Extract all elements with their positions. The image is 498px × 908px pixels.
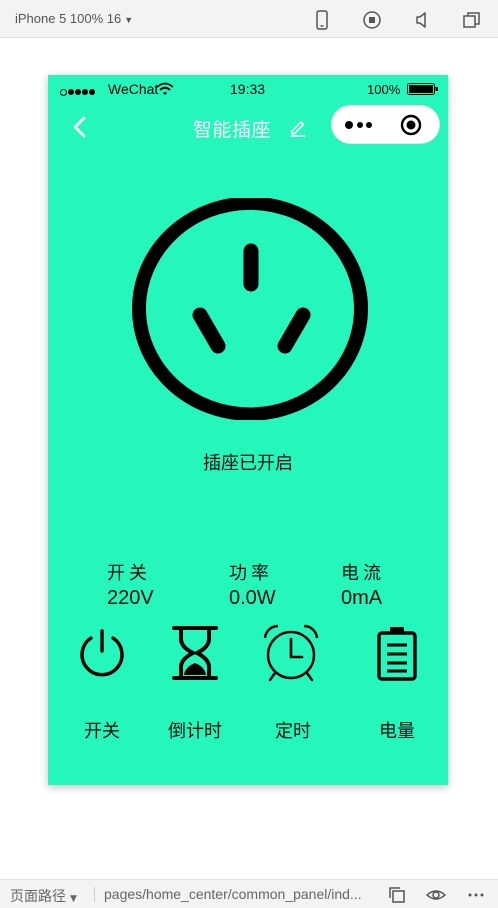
divider xyxy=(94,887,95,902)
status-battery-icon xyxy=(407,83,438,95)
switch-button[interactable]: 开关 xyxy=(62,625,142,742)
copy-icon[interactable] xyxy=(387,885,407,905)
stat-power: 功率 0.0W xyxy=(229,559,276,610)
status-time: 19:33 xyxy=(230,81,266,97)
more-icon[interactable] xyxy=(344,119,376,131)
timer-button[interactable]: 定时 xyxy=(253,624,333,742)
energy-button-label: 电量 xyxy=(379,721,415,742)
switch-button-label: 开关 xyxy=(84,721,120,742)
edit-icon[interactable] xyxy=(288,117,308,137)
page-path-value[interactable]: pages/home_center/common_panel/ind... xyxy=(104,886,382,902)
back-arrow-icon[interactable] xyxy=(70,115,90,139)
stop-icon[interactable] xyxy=(361,9,383,31)
stat-voltage: 开关 220V xyxy=(107,559,154,610)
socket-icon[interactable] xyxy=(131,198,369,420)
stat-current: 电流 0mA xyxy=(341,559,385,610)
alarm-clock-icon xyxy=(263,624,319,682)
chevron-down-icon: ▼ xyxy=(124,15,134,25)
device-select-label: iPhone 5 100% 16 xyxy=(15,11,122,26)
page-path-label: 页面路径 xyxy=(10,889,66,905)
phone-screen: WeChat 19:33 100% 智能插座 插座已开启 开关 220V 功率 … xyxy=(48,75,448,785)
device-select[interactable]: iPhone 5 100% 16 ▼ xyxy=(15,11,133,26)
page-title: 智能插座 xyxy=(193,119,272,141)
status-bar: WeChat 19:33 100% xyxy=(48,75,448,103)
devtools-statusbar: 页面路径 ▼ pages/home_center/common_panel/ind… xyxy=(0,879,498,908)
stat-value: 0mA xyxy=(341,587,383,609)
timer-button-label: 定时 xyxy=(275,721,311,742)
capsule-menu xyxy=(331,105,440,144)
countdown-button[interactable]: 倒计时 xyxy=(155,625,235,742)
stat-value: 220V xyxy=(107,587,154,609)
close-mini-program-icon[interactable] xyxy=(400,114,422,136)
power-icon xyxy=(80,629,124,677)
countdown-button-label: 倒计时 xyxy=(168,721,222,742)
signal-icon xyxy=(60,83,96,99)
stat-label: 电流 xyxy=(341,563,385,584)
navigation-bar: 智能插座 xyxy=(48,103,448,149)
hourglass-icon xyxy=(172,626,218,680)
more-options-icon[interactable] xyxy=(466,885,486,905)
devtools-toolbar: iPhone 5 100% 16 ▼ xyxy=(0,0,498,38)
stat-label: 功率 xyxy=(229,563,273,584)
chevron-down-icon: ▼ xyxy=(70,894,77,904)
page-path-dropdown[interactable]: 页面路径 ▼ xyxy=(10,886,77,906)
phone-icon[interactable] xyxy=(311,9,333,31)
stat-value: 0.0W xyxy=(229,587,276,609)
volume-icon[interactable] xyxy=(411,9,433,31)
wifi-icon xyxy=(156,82,174,95)
battery-icon xyxy=(377,627,417,681)
eye-icon[interactable] xyxy=(426,885,446,905)
socket-status-text: 插座已开启 xyxy=(203,453,293,474)
stat-label: 开关 xyxy=(107,563,151,584)
window-icon[interactable] xyxy=(461,9,483,31)
energy-button[interactable]: 电量 xyxy=(357,625,437,742)
battery-percent: 100% xyxy=(367,82,401,97)
carrier-name: WeChat xyxy=(108,81,159,97)
